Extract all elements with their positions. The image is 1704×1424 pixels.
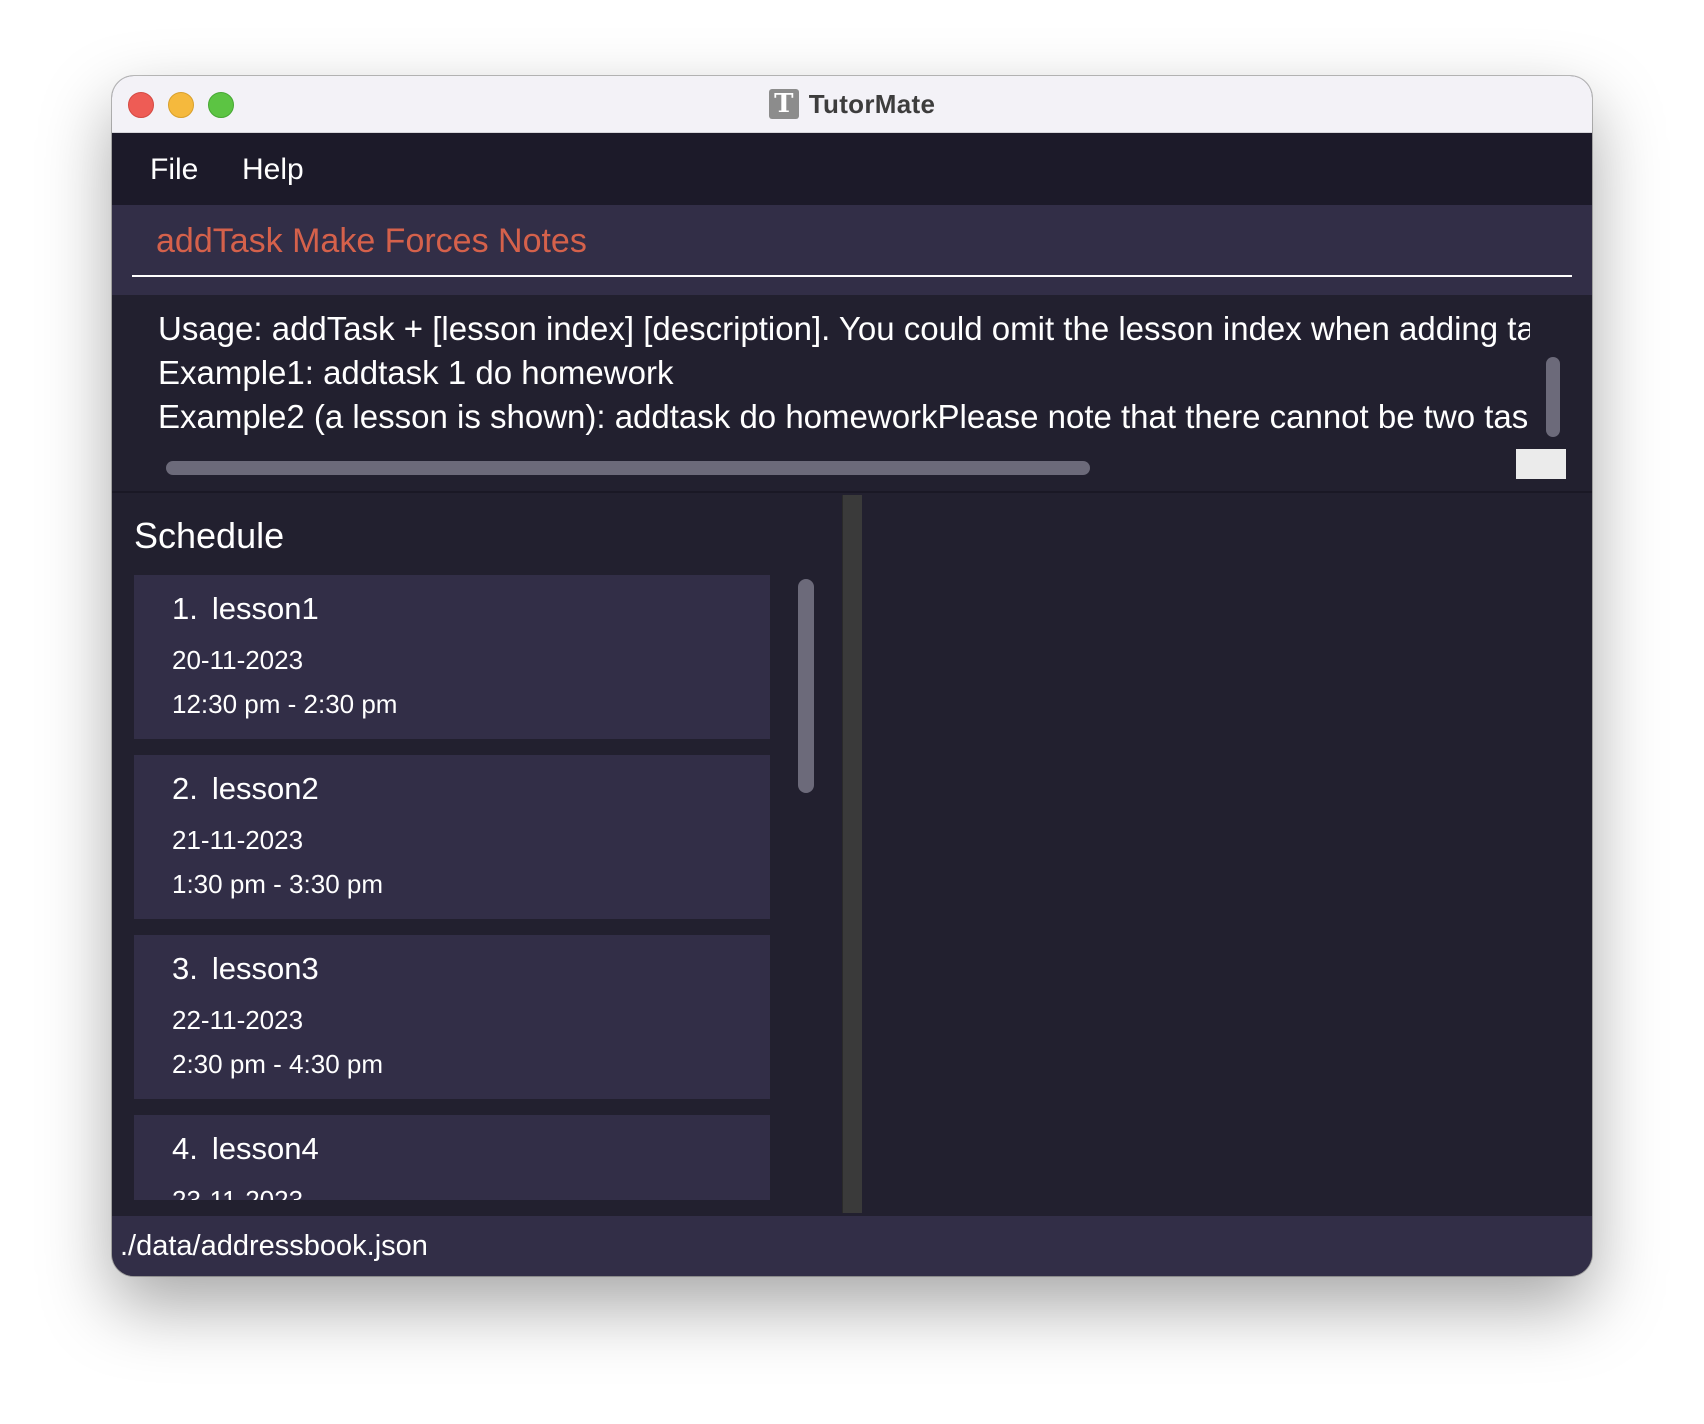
lesson-date: 21-11-2023 [172,825,304,855]
window-title-group: T TutorMate [112,76,1592,132]
menu-bar: File Help [112,133,1592,205]
lesson-name: lesson4 [211,1131,319,1166]
menu-file[interactable]: File [150,153,198,187]
split-pane-divider[interactable] [842,495,863,1213]
result-display: Usage: addTask + [lesson index] [descrip… [112,295,1592,493]
lesson-date: 23-11-2023 [172,1185,304,1200]
result-vertical-scrollbar[interactable] [1546,357,1560,437]
lesson-index: 4. [172,1131,198,1166]
lesson-index: 1. [172,591,198,626]
result-text[interactable]: Usage: addTask + [lesson index] [descrip… [158,307,1530,447]
lesson-name: lesson3 [211,951,319,986]
app-logo-icon: T [768,89,799,119]
lesson-card[interactable]: 3. lesson3 22-11-2023 2:30 pm - 4:30 pm [134,935,770,1099]
lesson-list-scrollbar[interactable] [798,579,814,793]
lesson-title: 1. lesson1 [172,591,319,627]
schedule-heading: Schedule [134,515,285,556]
detail-panel [862,493,1592,1216]
menu-help[interactable]: Help [242,153,304,187]
app-window: T TutorMate File Help addTask Make Force… [112,76,1592,1276]
status-bar: ./data/addressbook.json [112,1216,1592,1276]
lesson-card[interactable]: 4. lesson4 23-11-2023 [134,1115,770,1200]
result-line: Example1: addtask 1 do homework [158,354,674,391]
lesson-date: 20-11-2023 [172,645,304,675]
lesson-name: lesson2 [211,771,319,806]
result-line: Example2 (a lesson is shown): addtask do… [158,398,1530,435]
title-bar: T TutorMate [112,76,1592,133]
command-input[interactable]: addTask Make Forces Notes [132,205,1572,277]
save-location-path: ./data/addressbook.json [120,1230,428,1262]
lesson-index: 3. [172,951,198,986]
result-line: Usage: addTask + [lesson index] [descrip… [158,310,1530,347]
lesson-time: 1:30 pm - 3:30 pm [172,869,383,899]
lesson-title: 3. lesson3 [172,951,319,987]
lesson-name: lesson1 [211,591,319,626]
scrollbar-corner [1516,449,1566,479]
window-title: TutorMate [808,88,936,119]
lesson-time: 12:30 pm - 2:30 pm [172,689,398,719]
lesson-index: 2. [172,771,198,806]
lesson-time: 2:30 pm - 4:30 pm [172,1049,383,1079]
schedule-panel: Schedule 1. lesson1 20-11-2023 12:30 pm -… [112,493,842,1216]
lesson-card[interactable]: 2. lesson2 21-11-2023 1:30 pm - 3:30 pm [134,755,770,919]
lesson-list[interactable]: 1. lesson1 20-11-2023 12:30 pm - 2:30 pm … [134,575,772,1200]
lesson-card[interactable]: 1. lesson1 20-11-2023 12:30 pm - 2:30 pm [134,575,770,739]
lesson-title: 4. lesson4 [172,1131,319,1167]
lesson-date: 22-11-2023 [172,1005,304,1035]
result-horizontal-scrollbar[interactable] [166,461,1090,475]
command-box: addTask Make Forces Notes [112,205,1592,295]
lesson-title: 2. lesson2 [172,771,319,807]
